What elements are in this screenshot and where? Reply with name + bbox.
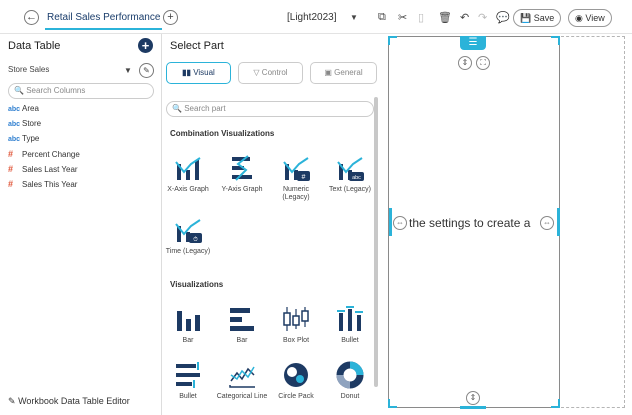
empty-panel-message: the settings to create a	[409, 216, 531, 230]
select-part-panel: Select Part ▮▮ Visual ▽ Control ▣ Genera…	[162, 34, 382, 415]
column-item[interactable]: abc Area	[8, 102, 39, 116]
cut-icon[interactable]: ✂	[398, 11, 407, 24]
line-chart-icon	[229, 366, 255, 388]
data-source-select[interactable]: Store Sales	[8, 65, 49, 74]
panel-title: Select Part	[170, 40, 224, 52]
corner-handle[interactable]	[551, 36, 560, 45]
search-icon: 🔍	[172, 104, 182, 113]
resize-handle-bottom[interactable]	[460, 406, 486, 409]
canvas-guide	[561, 36, 625, 408]
viz-x-axis-graph[interactable]: X-Axis Graph	[162, 154, 214, 194]
resize-handle-right[interactable]	[557, 208, 560, 236]
column-item[interactable]: # Sales This Year	[8, 177, 77, 191]
expand-icon[interactable]: ⛶	[476, 56, 490, 70]
edit-icon: ✎	[8, 396, 16, 406]
add-tab-icon[interactable]: +	[163, 10, 178, 25]
tab-control[interactable]: ▽ Control	[238, 62, 303, 84]
donut-chart-icon	[336, 361, 364, 389]
viz-bar-horizontal[interactable]: Bar	[216, 305, 268, 345]
copy-icon[interactable]: ⧉	[378, 11, 386, 24]
viz-bullet-horizontal[interactable]: Bullet	[162, 361, 214, 401]
eye-icon: ◉	[575, 13, 583, 23]
viz-time-legacy[interactable]: ⏱ Time (Legacy)	[162, 216, 214, 256]
edit-icon[interactable]: ✎	[139, 63, 154, 78]
column-item[interactable]: # Sales Last Year	[8, 162, 78, 176]
bar-chart-icon	[177, 311, 200, 331]
filter-icon: ▽	[253, 68, 260, 77]
back-icon[interactable]: ←	[24, 10, 39, 25]
viz-circle-pack[interactable]: Circle Pack	[270, 361, 322, 401]
y-axis-graph-icon	[232, 155, 252, 181]
workbook-data-table-editor-link[interactable]: ✎ Workbook Data Table Editor	[8, 396, 130, 407]
box-plot-icon	[283, 307, 309, 331]
save-icon: 💾	[520, 13, 532, 23]
viz-y-axis-graph[interactable]: Y-Axis Graph	[216, 154, 268, 194]
viz-text-legacy[interactable]: abc Text (Legacy)	[324, 154, 376, 194]
resize-horizontal-icon[interactable]: ⇔	[393, 216, 407, 230]
bar-chart-icon: ▮▮	[182, 68, 191, 77]
viz-categorical-line[interactable]: Categorical Line	[216, 361, 268, 401]
section-heading: Combination Visualizations	[170, 129, 275, 138]
save-button[interactable]: 💾 Save	[513, 9, 562, 27]
horizontal-bar-icon	[230, 308, 254, 331]
move-icon[interactable]: ⇕	[466, 391, 480, 405]
chevron-down-icon[interactable]: ▼	[350, 13, 358, 22]
time-graph-icon: ⏱	[175, 219, 202, 243]
viz-numeric-legacy[interactable]: # Numeric (Legacy)	[270, 154, 322, 202]
tab-general[interactable]: ▣ General	[310, 62, 377, 84]
viz-bar-vertical[interactable]: Bar	[162, 305, 214, 345]
corner-handle[interactable]	[551, 399, 560, 408]
drag-handle-icon[interactable]: ☰	[460, 36, 486, 50]
view-button[interactable]: ◉ View	[568, 9, 612, 27]
resize-horizontal-icon[interactable]: ⇔	[540, 216, 554, 230]
corner-handle[interactable]	[388, 399, 397, 408]
add-data-table-button[interactable]: +	[138, 38, 153, 53]
column-item[interactable]: abc Store	[8, 117, 41, 131]
numeric-graph-icon: #	[283, 157, 310, 181]
search-icon: 🔍	[14, 86, 24, 95]
text-graph-icon: abc	[337, 157, 364, 181]
circle-pack-icon	[284, 363, 308, 387]
svg-text:abc: abc	[352, 175, 361, 181]
top-toolbar: ← Retail Sales Performance + [Light2023]…	[0, 0, 632, 34]
comment-icon[interactable]: 💬	[496, 11, 510, 24]
bullet-chart-icon	[337, 306, 363, 331]
data-table-panel: Data Table + Store Sales ▼ ✎ 🔍 Search Co…	[0, 34, 162, 415]
paste-icon[interactable]: ▯	[418, 11, 424, 24]
bullet-horizontal-icon	[176, 362, 200, 388]
delete-icon[interactable]: 🗑	[438, 11, 452, 24]
search-part-input[interactable]: 🔍 Search part	[166, 101, 374, 117]
svg-text:⏱: ⏱	[193, 236, 198, 243]
undo-icon[interactable]: ↶	[460, 11, 469, 24]
redo-icon[interactable]: ↷	[478, 11, 487, 24]
svg-text:#: #	[302, 174, 306, 181]
corner-handle[interactable]	[388, 36, 397, 45]
tab-retail-sales[interactable]: Retail Sales Performance	[45, 8, 163, 30]
theme-selector[interactable]: [Light2023]	[287, 12, 337, 23]
viz-donut[interactable]: Donut	[324, 361, 376, 401]
column-item[interactable]: abc Type	[8, 132, 39, 146]
x-axis-graph-icon	[175, 157, 201, 180]
panel-title: Data Table	[8, 40, 61, 52]
scrollbar[interactable]	[374, 97, 378, 387]
tab-visual[interactable]: ▮▮ Visual	[166, 62, 231, 84]
chevron-down-icon[interactable]: ▼	[124, 66, 132, 75]
viz-bullet-vertical[interactable]: Bullet	[324, 305, 376, 345]
search-columns-input[interactable]: 🔍 Search Columns	[8, 83, 154, 99]
image-icon: ▣	[324, 68, 332, 77]
viz-box-plot[interactable]: Box Plot	[270, 305, 322, 345]
section-heading: Visualizations	[170, 280, 224, 289]
resize-handle-left[interactable]	[389, 208, 392, 236]
column-item[interactable]: # Percent Change	[8, 147, 80, 161]
move-icon[interactable]: ⇕	[458, 56, 472, 70]
